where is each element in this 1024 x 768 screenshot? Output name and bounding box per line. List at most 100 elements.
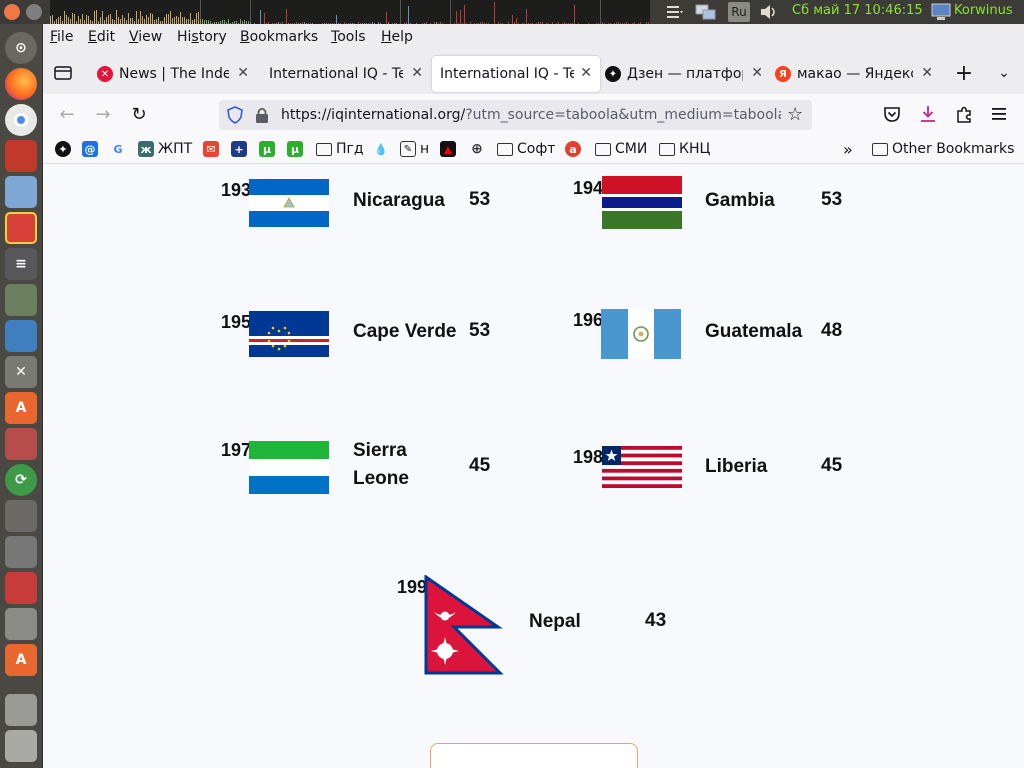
back-arrow-icon[interactable]: ← <box>55 102 79 126</box>
menu-help[interactable]: Help <box>381 29 413 45</box>
extensions-puzzle-icon[interactable] <box>952 102 976 126</box>
app-store-icon[interactable]: A <box>5 644 37 676</box>
ranking-card-cape-verde[interactable]: 195 Cape Verde 53 <box>203 295 523 415</box>
tools-icon[interactable]: ✕ <box>5 356 37 388</box>
show-more-button[interactable] <box>430 743 638 768</box>
tab-dzen[interactable]: ✦ Дзен — платформа ✕ <box>605 56 771 92</box>
iq-score: 43 <box>645 610 667 631</box>
disk-drive-icon[interactable] <box>5 694 37 726</box>
rank-number: 196 <box>573 310 604 330</box>
firefox-icon[interactable] <box>5 68 37 100</box>
minimize-window-button[interactable] <box>26 4 42 20</box>
character-app-icon[interactable] <box>5 500 37 532</box>
bookmark-dzen[interactable]: ✦ <box>55 140 71 158</box>
bookmark-plus[interactable]: + <box>231 140 247 158</box>
bookmark-folder-pgd[interactable]: Пгд <box>316 140 364 158</box>
image-viewer-icon[interactable] <box>5 284 37 316</box>
bookmark-google[interactable]: G <box>110 140 126 158</box>
software-center-icon[interactable]: A <box>5 392 37 424</box>
water-drop-icon: 💧 <box>374 142 388 156</box>
tab-independent[interactable]: ✕ News | The Independent ✕ <box>97 56 257 92</box>
file-manager-icon[interactable] <box>5 176 37 208</box>
chromium-icon[interactable] <box>5 104 37 136</box>
bookmark-avast[interactable]: a <box>565 140 581 158</box>
red-triangle-icon: ▲ <box>440 141 456 157</box>
menu-editor-icon[interactable]: ≡ <box>5 248 37 280</box>
dzen-icon: ✦ <box>605 66 621 82</box>
ranking-card-gambia[interactable]: 194 Gambia 53 <box>555 165 875 285</box>
menu-lines-icon[interactable] <box>664 2 686 22</box>
downloads-icon[interactable] <box>916 102 940 126</box>
bookmark-torrent-2[interactable]: µ <box>287 140 303 158</box>
ranking-card-nicaragua[interactable]: 193 Nicaragua 53 <box>203 165 523 285</box>
clock[interactable]: Сб май 17 10:46:15 <box>792 3 923 18</box>
bookmark-water[interactable]: 💧 <box>373 140 389 158</box>
tab-list-chevron-down-icon[interactable]: ⌄ <box>992 61 1016 85</box>
tab-close-icon[interactable]: ✕ <box>921 65 933 81</box>
tab-list-icon[interactable] <box>51 61 75 85</box>
independent-icon: ✕ <box>97 66 113 82</box>
close-window-button[interactable] <box>4 4 20 20</box>
bookmark-folder-soft[interactable]: Софт <box>497 140 555 158</box>
tab-yandex[interactable]: Я макао — Яндекс ✕ <box>775 56 941 92</box>
tab-close-icon[interactable]: ✕ <box>237 65 249 81</box>
tab-close-icon[interactable]: ✕ <box>751 65 763 81</box>
bookmark-folder-smi[interactable]: СМИ <box>595 140 647 158</box>
lock-icon[interactable] <box>255 106 269 128</box>
url-bar[interactable]: https://iqinternational.org/?utm_source=… <box>219 100 812 130</box>
user-icon[interactable] <box>930 2 952 22</box>
bookmark-zhpt[interactable]: ж ЖПТ <box>138 140 192 158</box>
ranking-card-nepal[interactable]: 199 Nepal 43 <box>379 565 699 695</box>
menu-tools[interactable]: Tools <box>331 29 366 45</box>
screenshot-tool-icon[interactable] <box>5 212 37 244</box>
bookmark-mail[interactable]: @ <box>82 140 98 158</box>
settings-panel-icon[interactable] <box>5 428 37 460</box>
bookmark-gmail[interactable]: ✉ <box>203 140 219 158</box>
avast-icon: a <box>565 141 581 157</box>
other-bookmarks-folder[interactable]: Other Bookmarks <box>872 140 1014 158</box>
menu-bookmarks[interactable]: Bookmarks <box>240 29 318 45</box>
tracking-protection-shield-icon[interactable] <box>227 106 243 128</box>
bookmark-n[interactable]: ✎ н <box>400 140 429 158</box>
bookmarks-overflow-chevron-icon[interactable]: » <box>843 140 853 159</box>
keyboard-layout-indicator[interactable]: Ru <box>728 2 750 22</box>
reload-icon[interactable]: ↻ <box>127 102 151 126</box>
ranking-card-liberia[interactable]: 198 Liberia 45 <box>555 429 875 549</box>
trash-red-icon[interactable] <box>5 572 37 604</box>
terminal-app-icon[interactable] <box>5 140 37 172</box>
tab-international-iq-active[interactable]: International IQ - Te ✕ <box>432 56 600 92</box>
menu-view[interactable]: View <box>129 29 162 45</box>
hamburger-menu-icon[interactable] <box>988 102 1012 126</box>
country-name: Nepal <box>529 611 581 632</box>
calculator-icon[interactable] <box>5 536 37 568</box>
tab-close-icon[interactable]: ✕ <box>411 65 423 81</box>
menu-history[interactable]: History <box>177 29 227 45</box>
bookmark-folder-knc[interactable]: КНЦ <box>659 140 710 158</box>
tab-international-iq-1[interactable]: International IQ - Te ✕ <box>261 56 431 92</box>
country-name: Gambia <box>705 190 775 211</box>
ranking-card-guatemala[interactable]: 196 Guatemala 48 <box>555 295 875 415</box>
update-manager-icon[interactable]: ⟳ <box>5 464 37 496</box>
bookmark-red-square[interactable]: ▲ <box>440 140 456 158</box>
removable-drive-icon[interactable] <box>5 730 37 762</box>
bookmark-globe[interactable]: ⊕ <box>469 140 485 158</box>
sierra-leone-flag <box>249 441 329 494</box>
document-viewer-icon[interactable] <box>5 320 37 352</box>
dash-home-icon[interactable]: ⊙ <box>5 32 37 64</box>
ranking-card-sierra-leone[interactable]: 197 Sierra Leone 45 <box>203 429 523 549</box>
navigation-toolbar: ← → ↻ https://iqinternational.org/?utm_s… <box>43 94 1024 134</box>
country-name: Sierra Leone <box>353 440 409 489</box>
username-label[interactable]: Korwinus <box>954 3 1013 18</box>
menu-edit[interactable]: Edit <box>88 29 115 45</box>
menu-file[interactable]: File <box>50 29 73 45</box>
pocket-icon[interactable] <box>880 102 904 126</box>
tab-close-icon[interactable]: ✕ <box>580 65 592 81</box>
network-monitor-icon[interactable] <box>694 2 718 22</box>
bookmark-star-icon[interactable]: ☆ <box>787 104 803 125</box>
volume-icon[interactable] <box>758 2 780 22</box>
archive-manager-icon[interactable] <box>5 608 37 640</box>
bookmark-torrent-1[interactable]: µ <box>259 140 275 158</box>
edit-note-icon: ✎ <box>400 141 416 157</box>
new-tab-plus-icon[interactable]: + <box>952 61 976 86</box>
forward-arrow-icon[interactable]: → <box>91 102 115 126</box>
